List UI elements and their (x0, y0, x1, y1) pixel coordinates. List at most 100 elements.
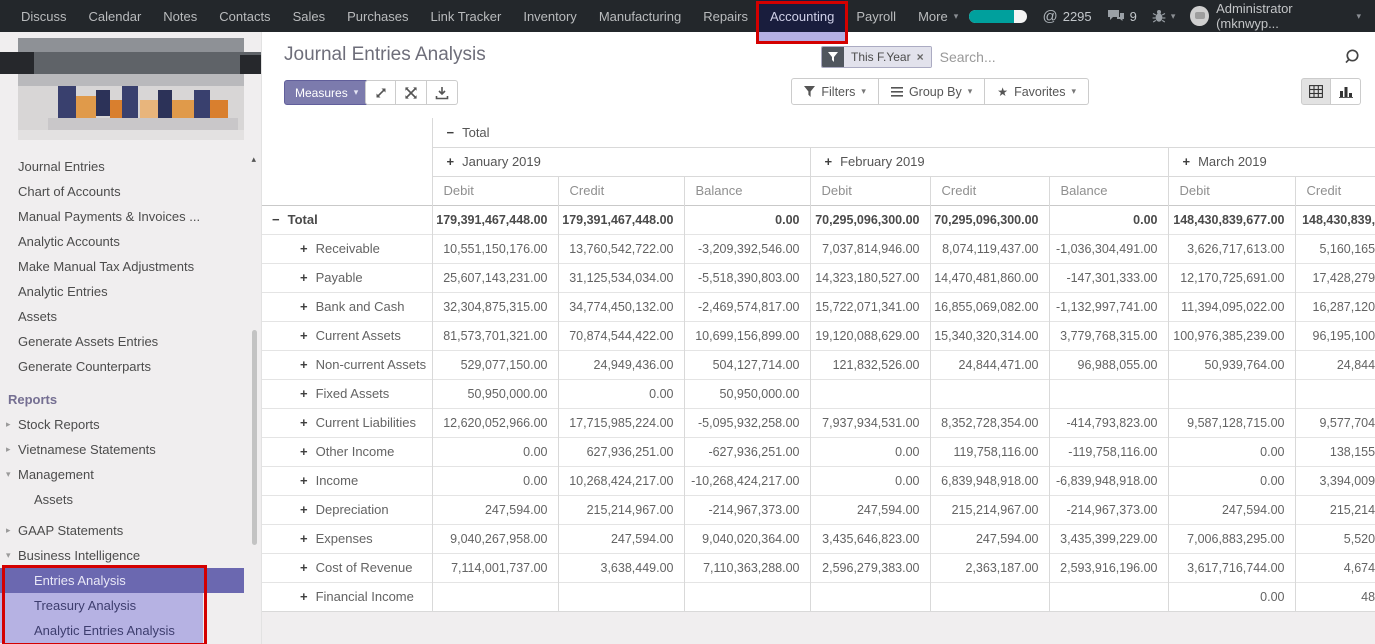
pivot-row-header[interactable]: +Cost of Revenue (262, 553, 432, 582)
sidebar-item-gaap-statements[interactable]: ▸GAAP Statements (0, 518, 261, 543)
expand-icon: + (300, 560, 308, 575)
graph-view-button[interactable] (1331, 78, 1361, 105)
pivot-col-group-march-2019[interactable]: +March 2019 (1168, 147, 1375, 176)
pivot-measure-header-balance[interactable]: Balance (1049, 176, 1168, 205)
expand-icon: + (300, 386, 308, 401)
sidebar-item-analytic-entries-analysis[interactable]: Analytic Entries Analysis (0, 618, 203, 643)
pivot-col-group-february-2019[interactable]: +February 2019 (810, 147, 1168, 176)
pivot-row-header[interactable]: +Fixed Assets (262, 379, 432, 408)
pivot-row-header[interactable]: +Non-current Assets (262, 350, 432, 379)
pivot-col-total-header[interactable]: −Total (432, 118, 1375, 147)
expand-icon: + (300, 241, 308, 256)
topbar-item-discuss[interactable]: Discuss (10, 0, 78, 32)
sidebar-item-generate-counterparts[interactable]: Generate Counterparts (0, 354, 261, 379)
sidebar-item-analytic-accounts[interactable]: Analytic Accounts (0, 229, 261, 254)
pivot-row-header[interactable]: +Bank and Cash (262, 292, 432, 321)
pivot-row-header[interactable]: +Current Assets (262, 321, 432, 350)
group-by-button[interactable]: Group By ▾ (879, 78, 985, 105)
pivot-row-header[interactable]: +Receivable (262, 234, 432, 263)
favorites-button[interactable]: ★ Favorites ▾ (985, 78, 1089, 105)
sidebar-item-chart-of-accounts[interactable]: Chart of Accounts (0, 179, 261, 204)
mentions-counter[interactable]: @ 2295 (1042, 8, 1091, 25)
pivot-cell: 70,874,544,422.00 (558, 321, 684, 350)
search-facet[interactable]: This F.Year × (821, 46, 932, 68)
filters-button[interactable]: Filters ▾ (791, 78, 879, 105)
sidebar-scrollbar-thumb[interactable] (252, 330, 257, 545)
usage-progress-bar[interactable] (969, 10, 1027, 23)
topbar-item-label: Purchases (347, 9, 408, 24)
sidebar-item-make-manual-tax-adjustments[interactable]: Make Manual Tax Adjustments (0, 254, 261, 279)
pivot-cell: 5,160,165 (1295, 234, 1375, 263)
topbar-item-contacts[interactable]: Contacts (208, 0, 281, 32)
pivot-row-header[interactable]: +Payable (262, 263, 432, 292)
pivot-table: −Total+January 2019+February 2019+March … (262, 118, 1375, 612)
pivot-measure-header-credit[interactable]: Credit (1295, 176, 1375, 205)
sidebar-item-label: Treasury Analysis (34, 598, 136, 613)
pivot-col-group-january-2019[interactable]: +January 2019 (432, 147, 810, 176)
pivot-measure-header-debit[interactable]: Debit (1168, 176, 1295, 205)
pivot-row-header[interactable]: +Financial Income (262, 582, 432, 611)
page-title: Journal Entries Analysis (284, 44, 486, 66)
topbar-item-notes[interactable]: Notes (152, 0, 208, 32)
topbar-item-more[interactable]: More▾ (907, 0, 969, 32)
pivot-cell: 14,470,481,860.00 (930, 263, 1049, 292)
topbar-item-link-tracker[interactable]: Link Tracker (420, 0, 513, 32)
sidebar-item-generate-assets-entries[interactable]: Generate Assets Entries (0, 329, 261, 354)
sidebar-item-assets[interactable]: Assets (0, 304, 261, 329)
pivot-view-button[interactable] (1301, 78, 1331, 105)
sidebar-item-entries-analysis[interactable]: Entries Analysis (0, 568, 244, 593)
pivot-row-header[interactable]: +Other Income (262, 437, 432, 466)
topbar-item-payroll[interactable]: Payroll (845, 0, 907, 32)
pivot-cell: 15,340,320,314.00 (930, 321, 1049, 350)
sidebar-item-stock-reports[interactable]: ▸Stock Reports (0, 412, 261, 437)
sidebar-item-assets[interactable]: Assets (0, 487, 261, 512)
sidebar-item-management[interactable]: ▾Management (0, 462, 261, 487)
topbar-item-calendar[interactable]: Calendar (78, 0, 153, 32)
pivot-cell: 32,304,875,315.00 (432, 292, 558, 321)
pivot-cell: -3,209,392,546.00 (684, 234, 810, 263)
sidebar-item-business-intelligence[interactable]: ▾Business Intelligence (0, 543, 261, 568)
download-button[interactable] (427, 80, 458, 105)
pivot-measure-header-debit[interactable]: Debit (432, 176, 558, 205)
pivot-row-header[interactable]: +Depreciation (262, 495, 432, 524)
sidebar-item-journal-entries[interactable]: Journal Entries (0, 154, 261, 179)
pivot-measure-header-debit[interactable]: Debit (810, 176, 930, 205)
remove-facet-icon[interactable]: × (917, 50, 924, 64)
topbar-item-inventory[interactable]: Inventory (512, 0, 587, 32)
pivot-measure-header-credit[interactable]: Credit (558, 176, 684, 205)
topbar-item-accounting[interactable]: Accounting (759, 0, 845, 32)
pivot-row-header[interactable]: +Expenses (262, 524, 432, 553)
sidebar-item-manual-payments-invoices[interactable]: Manual Payments & Invoices ... (0, 204, 261, 229)
pivot-cell: 121,832,526.00 (810, 350, 930, 379)
sidebar-item-vietnamese-statements[interactable]: ▸Vietnamese Statements (0, 437, 261, 462)
expand-icon: + (300, 415, 308, 430)
measures-button[interactable]: Measures ▾ (284, 80, 369, 105)
user-menu[interactable]: Administrator (mknwyp... ▾ (1190, 1, 1361, 31)
pivot-row-header[interactable]: +Current Liabilities (262, 408, 432, 437)
debug-menu[interactable]: ▾ (1152, 9, 1176, 23)
flip-axis-button[interactable] (396, 80, 427, 105)
pivot-measure-header-credit[interactable]: Credit (930, 176, 1049, 205)
pivot-row-header[interactable]: +Income (262, 466, 432, 495)
expand-all-button[interactable] (365, 80, 396, 105)
topbar-item-repairs[interactable]: Repairs (692, 0, 759, 32)
pivot-cell: 24,844,471.00 (930, 350, 1049, 379)
messages-counter[interactable]: 9 (1107, 9, 1137, 24)
pivot-measure-header-balance[interactable]: Balance (684, 176, 810, 205)
pivot-cell: 8,352,728,354.00 (930, 408, 1049, 437)
scroll-up-icon[interactable]: ▴ (251, 154, 256, 165)
sidebar-item-analytic-entries[interactable]: Analytic Entries (0, 279, 261, 304)
pivot-cell: 17,715,985,224.00 (558, 408, 684, 437)
topbar-item-sales[interactable]: Sales (282, 0, 337, 32)
sidebar-item-treasury-analysis[interactable]: Treasury Analysis (0, 593, 203, 618)
topbar-item-purchases[interactable]: Purchases (336, 0, 419, 32)
topbar-item-manufacturing[interactable]: Manufacturing (588, 0, 692, 32)
expand-icon: + (825, 154, 833, 169)
caret-down-icon: ▾ (968, 86, 973, 97)
pivot-cell: 100,976,385,239.00 (1168, 321, 1295, 350)
topbar-item-label: Discuss (21, 9, 67, 24)
pivot-cell: 9,040,020,364.00 (684, 524, 810, 553)
search-input[interactable] (932, 49, 1339, 65)
pivot-row-header[interactable]: −Total (262, 205, 432, 234)
search-icon[interactable] (1343, 48, 1361, 66)
